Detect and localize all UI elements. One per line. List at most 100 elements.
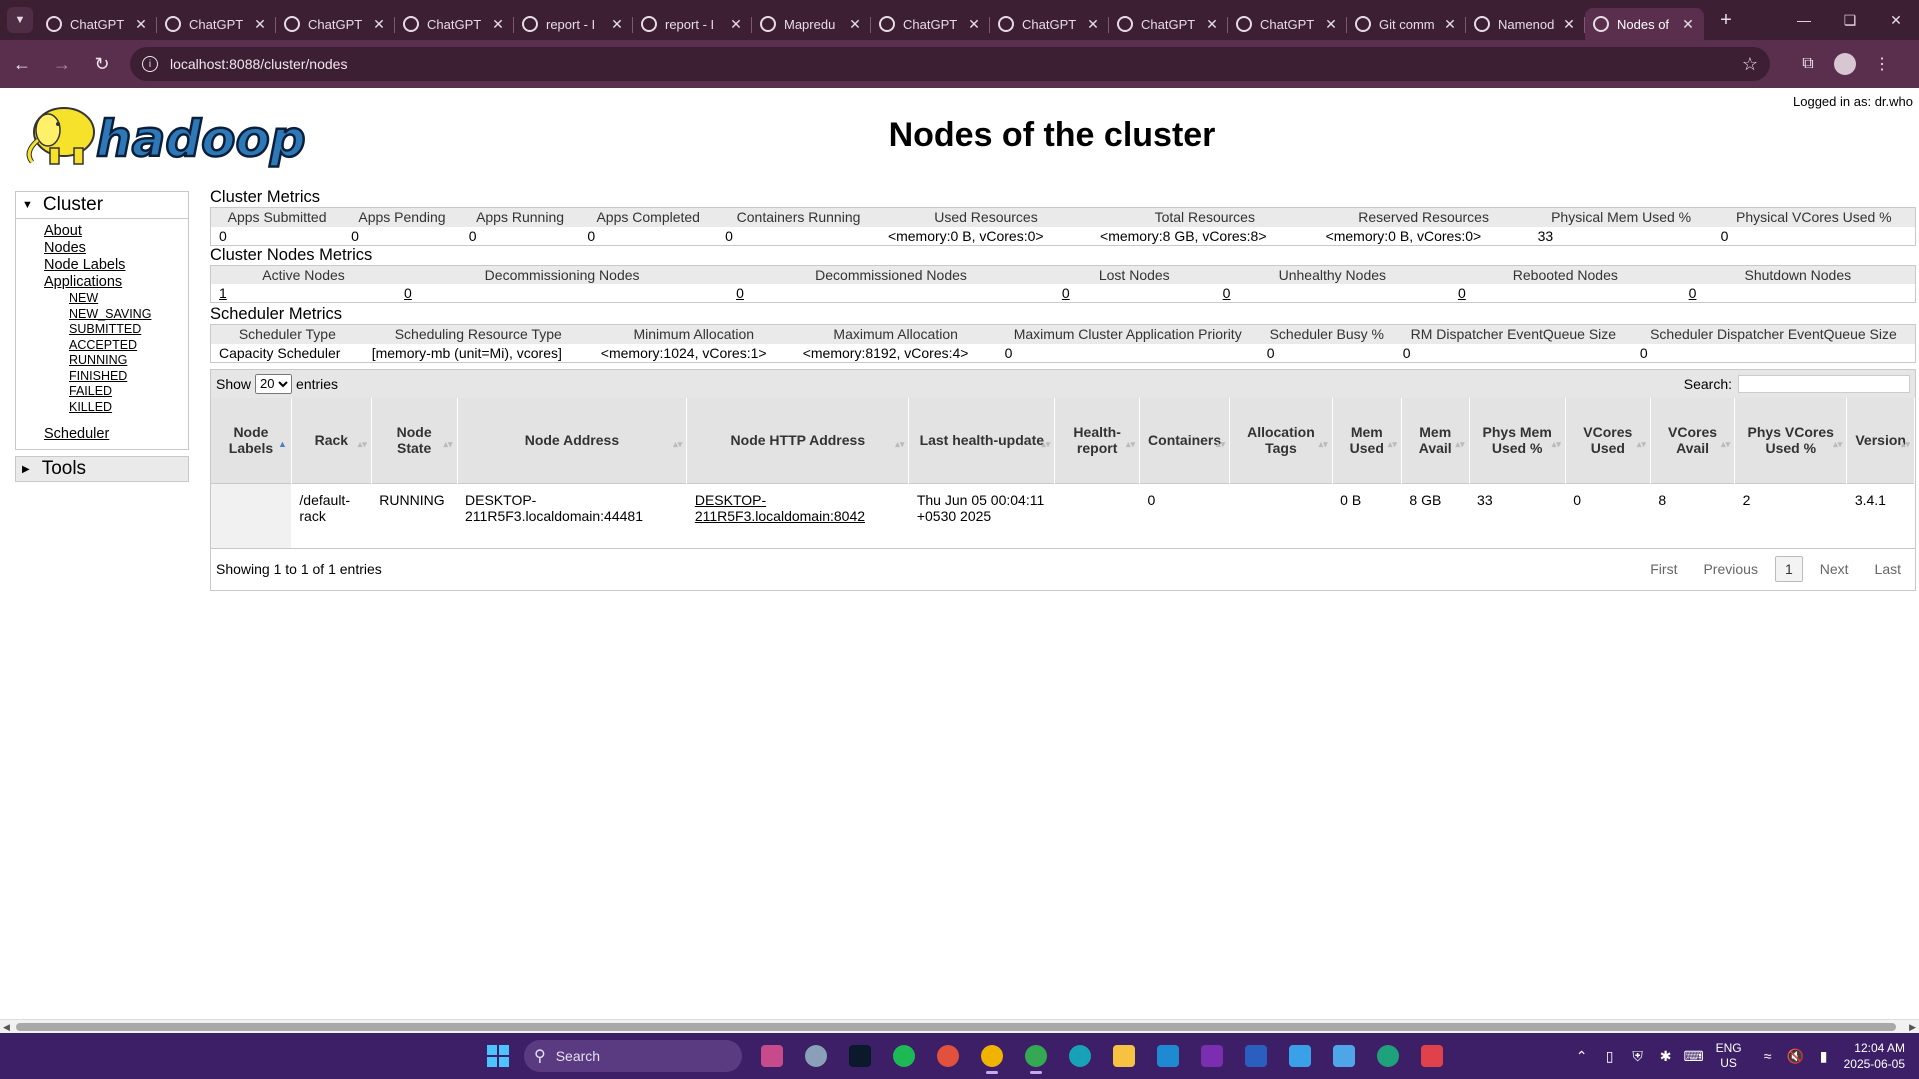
column-header[interactable]: VCores Avail ▴▾ — [1650, 397, 1736, 484]
vscode-icon[interactable] — [1150, 1038, 1186, 1074]
nav-scheduler-link[interactable]: Scheduler — [44, 426, 188, 443]
nav-app-state-link[interactable]: NEW_SAVING — [69, 307, 188, 323]
nav-nodes-link[interactable]: Nodes — [44, 240, 188, 257]
site-info-icon[interactable]: i — [142, 56, 158, 72]
tab-close-icon[interactable]: ✕ — [1561, 16, 1577, 33]
usb-device-icon[interactable]: ▯ — [1596, 1048, 1624, 1065]
scroll-right-arrow-icon[interactable]: ▶ — [1909, 1020, 1916, 1034]
nav-node-labels-link[interactable]: Node Labels — [44, 257, 188, 274]
system-clock[interactable]: 12:04 AM 2025-06-05 — [1844, 1040, 1905, 1072]
volume-muted-icon[interactable]: 🔇 — [1782, 1048, 1810, 1065]
restore-icon[interactable]: ❏ — [1827, 0, 1873, 40]
column-header[interactable]: Rack ▴▾ — [291, 397, 372, 484]
window-close-icon[interactable]: ✕ — [1873, 0, 1919, 40]
taskbar-search-box[interactable]: ⚲ Search — [524, 1040, 742, 1072]
security-shield-icon[interactable]: ⛨ — [1624, 1048, 1652, 1065]
column-header[interactable]: Phys VCores Used % ▴▾ — [1734, 397, 1848, 484]
node-http-address-link[interactable]: DESKTOP-211R5F3.localdomain:8042 — [695, 492, 865, 524]
pager-last[interactable]: Last — [1866, 557, 1910, 581]
nav-app-state-link[interactable]: RUNNING — [69, 353, 188, 369]
metric-value-link[interactable]: 0 — [404, 285, 412, 301]
nav-about-link[interactable]: About — [44, 223, 188, 240]
tab-close-icon[interactable]: ✕ — [966, 16, 982, 33]
pager-next[interactable]: Next — [1811, 557, 1858, 581]
browser-tab[interactable]: ChatGPT ✕ — [157, 8, 276, 40]
onenote-icon[interactable] — [1194, 1038, 1230, 1074]
metric-value-link[interactable]: 0 — [1689, 285, 1697, 301]
scrollbar-thumb[interactable] — [16, 1023, 1896, 1031]
windows-start-icon[interactable] — [480, 1038, 516, 1074]
word-icon[interactable] — [1238, 1038, 1274, 1074]
metric-value-link[interactable]: 0 — [1062, 285, 1070, 301]
metric-value-link[interactable]: 0 — [1223, 285, 1231, 301]
tab-search-chevron-icon[interactable]: ▼ — [7, 7, 33, 33]
column-header[interactable]: Health-report ▴▾ — [1054, 397, 1141, 484]
column-header[interactable]: Node State ▴▾ — [371, 397, 458, 484]
tab-close-icon[interactable]: ✕ — [1204, 16, 1220, 33]
nav-app-state-link[interactable]: ACCEPTED — [69, 338, 188, 354]
address-bar[interactable]: i localhost:8088/cluster/nodes ☆ — [130, 47, 1770, 81]
battery-icon[interactable]: ▮ — [1810, 1048, 1838, 1065]
tab-close-icon[interactable]: ✕ — [1085, 16, 1101, 33]
nav-applications-link[interactable]: Applications — [44, 274, 188, 291]
tab-close-icon[interactable]: ✕ — [1442, 16, 1458, 33]
pager-current-page[interactable]: 1 — [1774, 556, 1803, 582]
new-tab-plus-icon[interactable]: + — [1714, 9, 1738, 32]
cluster-section-header[interactable]: ▼ Cluster — [16, 192, 188, 219]
column-header[interactable]: Mem Used ▴▾ — [1332, 397, 1402, 484]
nav-app-state-link[interactable]: NEW — [69, 291, 188, 307]
browser-tab[interactable]: Nodes of ✕ — [1585, 8, 1704, 40]
column-header[interactable]: Containers ▴▾ — [1139, 397, 1231, 484]
forward-arrow-icon[interactable]: → — [44, 46, 80, 82]
spotify-icon[interactable] — [886, 1038, 922, 1074]
nav-app-state-link[interactable]: SUBMITTED — [69, 322, 188, 338]
profile-avatar[interactable] — [1834, 53, 1856, 75]
bluetooth-icon[interactable]: ✱ — [1652, 1048, 1680, 1065]
minimize-icon[interactable]: — — [1781, 0, 1827, 40]
tab-close-icon[interactable]: ✕ — [847, 16, 863, 33]
nav-app-state-link[interactable]: KILLED — [69, 400, 188, 416]
browser-tab[interactable]: ChatGPT ✕ — [1228, 8, 1347, 40]
pager-previous[interactable]: Previous — [1694, 557, 1766, 581]
keyboard-icon[interactable]: ⌨ — [1680, 1048, 1708, 1065]
browser-tab[interactable]: report - I ✕ — [514, 8, 633, 40]
nav-app-state-link[interactable]: FAILED — [69, 384, 188, 400]
column-header[interactable]: Node HTTP Address ▴▾ — [686, 397, 910, 484]
tab-close-icon[interactable]: ✕ — [252, 16, 268, 33]
extensions-puzzle-icon[interactable]: ⧉ — [1790, 46, 1826, 82]
column-header[interactable]: Node Labels ▲ — [211, 397, 292, 484]
browser-tab[interactable]: ChatGPT ✕ — [395, 8, 514, 40]
metric-value-link[interactable]: 0 — [1458, 285, 1466, 301]
snipping-tool-icon[interactable] — [1414, 1038, 1450, 1074]
browser-tab[interactable]: ChatGPT ✕ — [38, 8, 157, 40]
bookmark-star-icon[interactable]: ☆ — [1742, 54, 1758, 75]
settings-gear-icon[interactable] — [798, 1038, 834, 1074]
chrome-active-icon[interactable] — [974, 1038, 1010, 1074]
notepad-icon[interactable] — [1326, 1038, 1362, 1074]
pager-first[interactable]: First — [1641, 557, 1686, 581]
horizontal-scrollbar[interactable]: ◀ ▶ — [0, 1019, 1919, 1033]
browser-tab[interactable]: ChatGPT ✕ — [871, 8, 990, 40]
page-size-select[interactable]: 20 — [255, 373, 293, 394]
column-header[interactable]: Last health-update ▴▾ — [908, 397, 1056, 484]
wifi-icon[interactable]: ≈ — [1754, 1048, 1782, 1064]
browser-tab[interactable]: Mapredu ✕ — [752, 8, 871, 40]
nav-app-state-link[interactable]: FINISHED — [69, 369, 188, 385]
search-input[interactable] — [1738, 374, 1910, 393]
tab-close-icon[interactable]: ✕ — [133, 16, 149, 33]
metric-value-link[interactable]: 0 — [736, 285, 744, 301]
reload-icon[interactable]: ↻ — [84, 46, 120, 82]
arduino-icon[interactable] — [1062, 1038, 1098, 1074]
tab-close-icon[interactable]: ✕ — [1680, 16, 1696, 33]
calendar-app-icon[interactable] — [754, 1038, 790, 1074]
browser-tab[interactable]: ChatGPT ✕ — [990, 8, 1109, 40]
audio-wave-app-icon[interactable] — [842, 1038, 878, 1074]
column-header[interactable]: Version ▴▾ — [1846, 397, 1915, 484]
chrome-icon[interactable] — [930, 1038, 966, 1074]
scroll-left-arrow-icon[interactable]: ◀ — [3, 1020, 10, 1034]
url-text[interactable]: localhost:8088/cluster/nodes — [170, 56, 1742, 72]
browser-tab[interactable]: Git comm ✕ — [1347, 8, 1466, 40]
tray-chevron-up-icon[interactable]: ⌃ — [1568, 1048, 1596, 1065]
photos-app-icon[interactable] — [1282, 1038, 1318, 1074]
browser-tab[interactable]: Namenod ✕ — [1466, 8, 1585, 40]
